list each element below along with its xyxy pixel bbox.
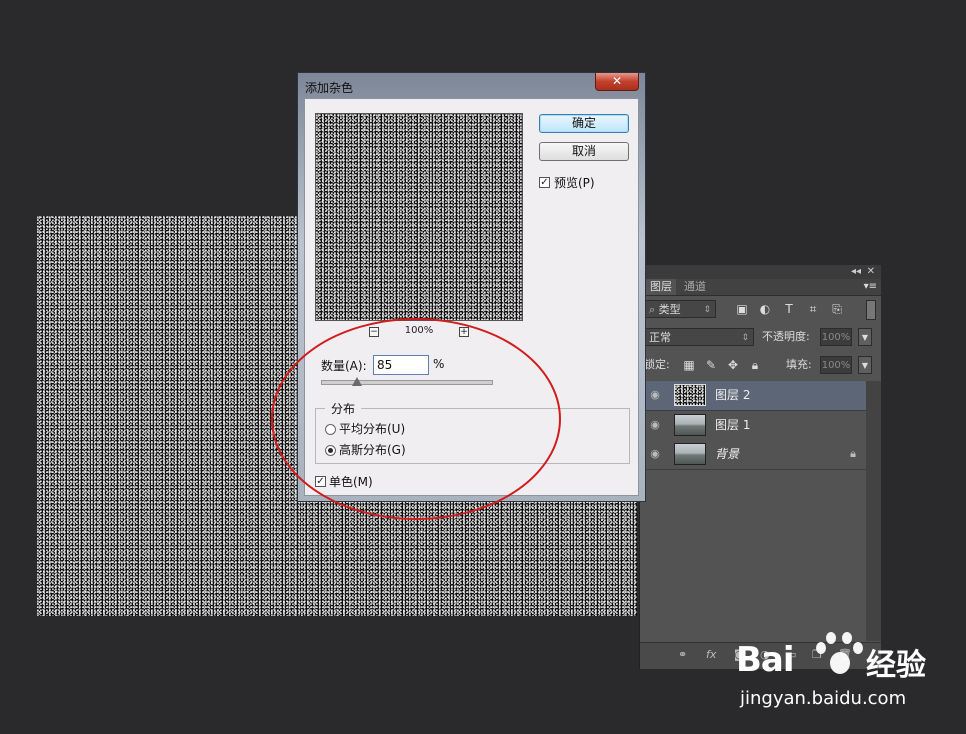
lock-position-icon[interactable]: ✥: [726, 358, 740, 372]
panel-tabs: 图层 通道 ▾≡: [640, 279, 881, 296]
shape-filter-icon[interactable]: ⌗: [806, 302, 820, 316]
amount-slider-track[interactable]: [321, 380, 493, 385]
collapse-panel-icon[interactable]: ◂◂: [851, 265, 861, 279]
amount-label: 数量(A):: [321, 359, 367, 373]
visibility-eye-icon[interactable]: ◉: [648, 448, 662, 460]
smart-object-filter-icon[interactable]: ⎘: [830, 302, 844, 316]
layers-panel: ◂◂ ✕ 图层 通道 ▾≡ ⌕ 类型 ⇕ ▣ ◐ T ⌗ ⎘ 正常 ⇕ 不透明度…: [639, 265, 881, 669]
uniform-label: 平均分布(U): [339, 422, 406, 436]
noise-preview[interactable]: [315, 113, 523, 321]
type-filter-icon[interactable]: T: [782, 302, 796, 316]
watermark-brand-left: Bai: [736, 640, 795, 680]
close-icon[interactable]: ✕: [595, 73, 639, 91]
blend-mode-value: 正常: [649, 331, 671, 344]
uniform-radio[interactable]: [325, 424, 336, 435]
cancel-button[interactable]: 取消: [539, 142, 629, 161]
dialog-body: − 100% + 确定 取消 ✓ 预览(P) 数量(A): 85 % 分布 平均…: [304, 98, 639, 496]
opacity-dropdown-icon[interactable]: ▼: [858, 328, 872, 346]
lock-icon: 🔒︎: [850, 447, 856, 460]
gaussian-label: 高斯分布(G): [339, 443, 406, 457]
amount-input[interactable]: 85: [373, 355, 429, 375]
adjustment-filter-icon[interactable]: ◐: [758, 302, 772, 316]
layer-row-layer-2[interactable]: ◉ 图层 2: [640, 381, 866, 411]
fill-label: 填充:: [786, 358, 812, 371]
opacity-label: 不透明度:: [762, 330, 810, 343]
layer-thumbnail: [674, 443, 706, 465]
layer-row-layer-1[interactable]: ◉ 图层 1: [640, 411, 866, 441]
chevron-updown-icon: ⇕: [703, 305, 711, 315]
visibility-eye-icon[interactable]: ◉: [648, 389, 662, 401]
layer-name: 背景: [715, 447, 740, 461]
preview-checkbox[interactable]: ✓: [539, 177, 550, 188]
fx-icon[interactable]: fx: [706, 648, 716, 662]
zoom-in-button[interactable]: +: [459, 327, 469, 337]
lock-transparent-icon[interactable]: ▦: [682, 358, 696, 372]
watermark-brand-right: 经验: [866, 648, 926, 683]
lock-image-icon[interactable]: ✎: [704, 358, 718, 372]
distribution-label: 分布: [325, 400, 362, 417]
filter-kind-value: 类型: [658, 303, 681, 316]
filter-toggle[interactable]: [866, 300, 876, 320]
amount-unit: %: [433, 357, 445, 371]
fill-dropdown-icon[interactable]: ▼: [858, 356, 872, 374]
dialog-title: 添加杂色: [305, 81, 354, 95]
zoom-out-button[interactable]: −: [369, 327, 379, 337]
tab-layers[interactable]: 图层: [646, 279, 676, 295]
panel-title-bar: ◂◂ ✕: [640, 265, 881, 279]
close-panel-icon[interactable]: ✕: [867, 265, 875, 279]
chevron-updown-icon: ⇕: [741, 333, 749, 343]
layers-scrollbar[interactable]: [866, 381, 881, 641]
filter-kind-select[interactable]: ⌕ 类型 ⇕: [644, 300, 716, 318]
blend-row: 正常 ⇕ 不透明度: 100% ▼: [640, 324, 881, 350]
preview-label: 预览(P): [554, 176, 595, 190]
ok-button[interactable]: 确定: [539, 114, 629, 133]
lock-all-icon[interactable]: 🔒︎: [748, 358, 762, 372]
layer-filter-row: ⌕ 类型 ⇕ ▣ ◐ T ⌗ ⎘: [640, 296, 881, 322]
layer-thumbnail: [674, 414, 706, 436]
baidu-paw-logo: [812, 632, 864, 678]
baidu-jingyan-watermark: Bai 经验 jingyan.baidu.com: [736, 628, 956, 720]
add-noise-dialog: 添加杂色 ✕ − 100% + 确定 取消 ✓ 预览(P) 数量(A): 85 …: [297, 72, 646, 502]
blend-mode-select[interactable]: 正常 ⇕: [644, 328, 754, 346]
opacity-field[interactable]: 100%: [820, 328, 852, 346]
lock-label: 锁定:: [644, 358, 670, 371]
fill-field[interactable]: 100%: [820, 356, 852, 374]
image-filter-icon[interactable]: ▣: [735, 302, 749, 316]
monochromatic-checkbox[interactable]: ✓: [315, 476, 326, 487]
panel-menu-icon[interactable]: ▾≡: [864, 279, 877, 295]
zoom-level: 100%: [404, 325, 434, 336]
tab-channels[interactable]: 通道: [680, 279, 710, 295]
layer-thumbnail: [674, 384, 706, 406]
amount-slider-thumb[interactable]: [352, 377, 362, 386]
visibility-eye-icon[interactable]: ◉: [648, 419, 662, 431]
gaussian-radio[interactable]: [325, 445, 336, 456]
layer-name: 图层 2: [715, 388, 751, 402]
lock-row: 锁定: ▦ ✎ ✥ 🔒︎ 填充: 100% ▼: [640, 352, 881, 378]
link-layers-icon[interactable]: ⚭: [678, 648, 687, 662]
watermark-url: jingyan.baidu.com: [740, 688, 907, 709]
layer-name: 图层 1: [715, 418, 751, 432]
search-icon: ⌕: [649, 303, 659, 316]
monochromatic-label: 单色(M): [329, 475, 373, 489]
layer-row-background[interactable]: ◉ 背景 🔒︎: [640, 440, 866, 470]
